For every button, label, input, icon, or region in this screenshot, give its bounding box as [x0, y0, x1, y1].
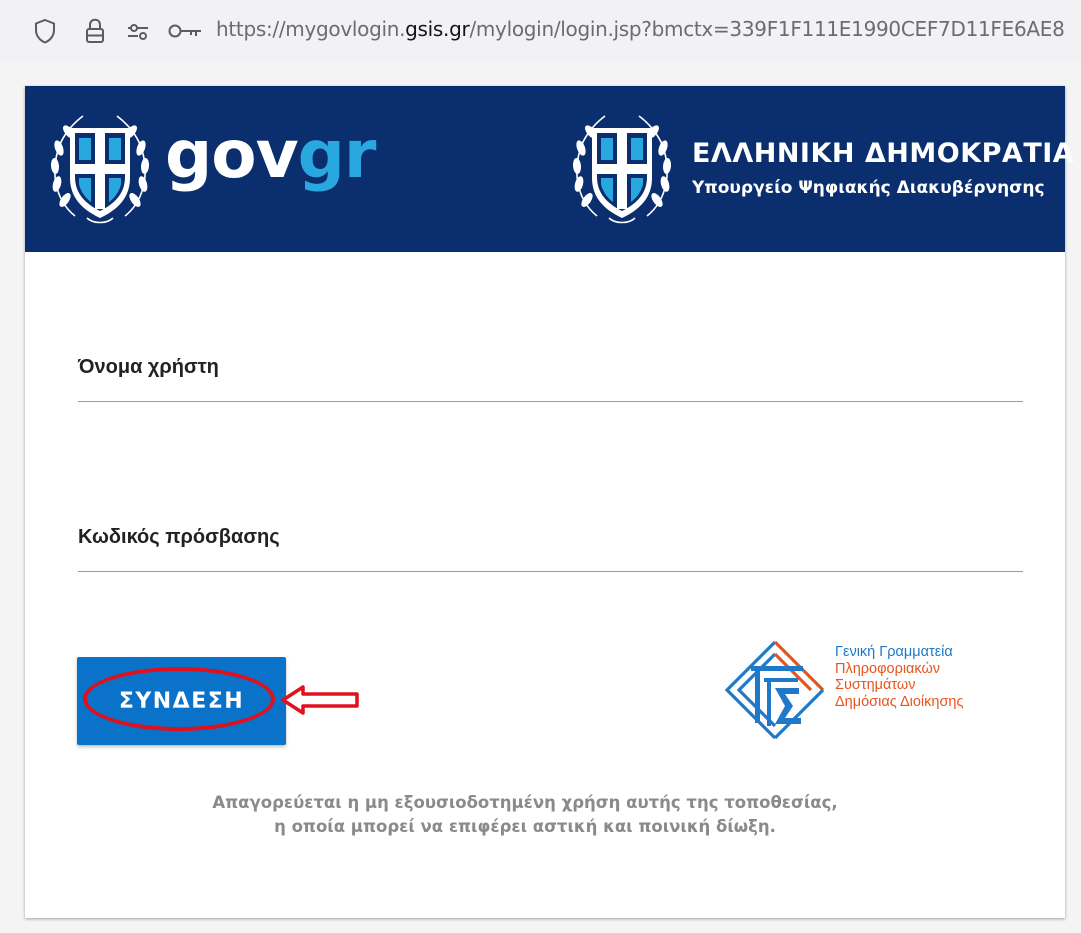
url-text[interactable]: https://mygovlogin.gsis.gr/mylogin/login… [216, 17, 1065, 41]
logo-gov: gov [165, 116, 299, 193]
login-card: govgr ΕΛΛΗΝΙΚΗ ΔΗΜΟΚΡΑΤΙΑ Υπουργείο Ψηφι… [25, 86, 1074, 918]
republic-title: ΕΛΛΗΝΙΚΗ ΔΗΜΟΚΡΑΤΙΑ [692, 138, 1075, 169]
red-arrow-annotation [279, 683, 361, 722]
url-domain: gsis.gr [405, 17, 470, 41]
permissions-icon[interactable] [126, 18, 150, 44]
gsis-line-1: Γενική Γραμματεία [835, 644, 953, 660]
greek-emblem-icon [45, 108, 155, 233]
username-input[interactable] [78, 371, 1023, 402]
warning-line-2: η οποία μπορεί να επιφέρει αστική και πο… [274, 817, 776, 836]
gsis-line-4: Δημόσιας Διοίκησης [835, 693, 964, 710]
gsis-name: Γενική Γραμματεία Πληροφοριακών Συστημάτ… [835, 644, 963, 710]
login-button[interactable]: ΣΥΝΔΕΣΗ [77, 657, 286, 745]
gsis-line-2: Πληροφοριακών [835, 660, 941, 677]
gsis-line-3: Συστημάτων [835, 677, 916, 693]
warning-line-1: Απαγορεύεται η μη εξουσιοδοτημένη χρήση … [212, 793, 838, 812]
legal-warning: Απαγορεύεται η μη εξουσιοδοτημένη χρήση … [25, 791, 1025, 839]
password-input[interactable] [78, 541, 1023, 572]
url-suffix: /mylogin/login.jsp?bmctx=339F1F111E1990C… [469, 17, 1065, 41]
shield-icon[interactable] [34, 18, 56, 44]
gsis-logo-icon [715, 634, 830, 749]
key-icon[interactable] [167, 18, 203, 44]
header-banner: govgr ΕΛΛΗΝΙΚΗ ΔΗΜΟΚΡΑΤΙΑ Υπουργείο Ψηφι… [25, 86, 1074, 252]
logo-gr: gr [297, 116, 377, 193]
ministry-name: Υπουργείο Ψηφιακής Διακυβέρνησης [692, 178, 1045, 198]
govgr-logo[interactable]: govgr [165, 122, 376, 188]
browser-url-bar: https://mygovlogin.gsis.gr/mylogin/login… [0, 0, 1081, 62]
lock-icon[interactable] [85, 18, 105, 44]
greek-emblem-icon [567, 108, 677, 233]
url-prefix: https://mygovlogin. [216, 17, 406, 41]
